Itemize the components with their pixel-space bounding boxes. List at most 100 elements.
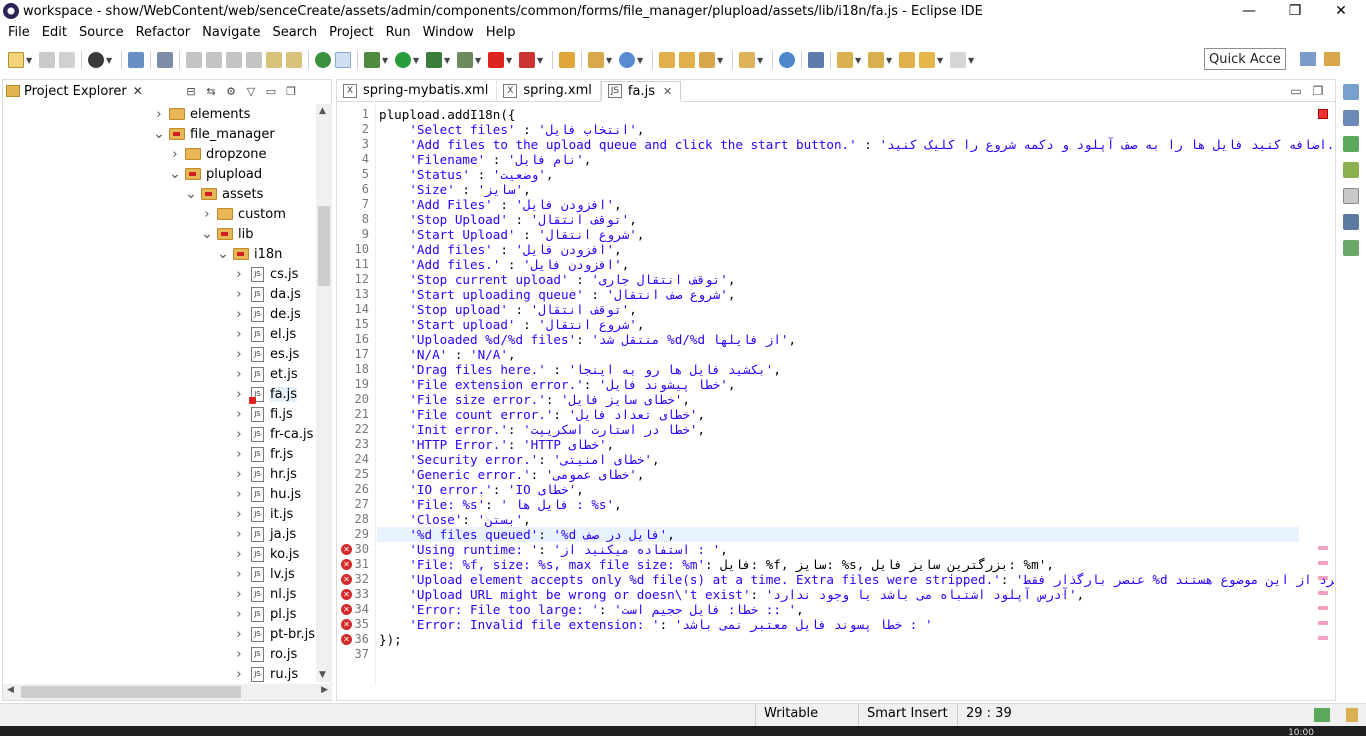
open-type-icon[interactable] — [659, 52, 675, 68]
tree-item[interactable]: › JS es.js — [233, 344, 299, 364]
globe-icon[interactable] — [779, 52, 795, 68]
editor-tab[interactable]: Xspring.xml — [497, 80, 601, 101]
next-annotation-icon[interactable] — [837, 52, 853, 68]
restore-icon[interactable] — [1343, 84, 1359, 100]
terminal-icon[interactable] — [128, 52, 144, 68]
editor-tab[interactable]: Xspring-mybatis.xml — [337, 80, 498, 101]
resume-icon[interactable] — [186, 52, 202, 68]
menu-run[interactable]: Run — [382, 25, 415, 40]
terminate-icon[interactable] — [226, 52, 242, 68]
error-marker-icon[interactable]: ✕ — [341, 604, 352, 615]
error-summary-icon[interactable] — [1318, 109, 1328, 119]
chevron-right-icon[interactable]: › — [233, 427, 245, 442]
minimize-view-icon[interactable]: ▭ — [261, 82, 281, 100]
tree-item[interactable]: ⌄ i18n — [217, 244, 282, 264]
tree-item[interactable]: › JS ko.js — [233, 544, 299, 564]
menu-edit[interactable]: Edit — [38, 25, 71, 40]
chevron-right-icon[interactable]: › — [201, 207, 213, 222]
servers-view-icon[interactable] — [1343, 240, 1359, 256]
tree-item[interactable]: › JS de.js — [233, 304, 301, 324]
chevron-right-icon[interactable]: › — [233, 547, 245, 562]
toggle-breadcrumb-icon[interactable] — [808, 52, 824, 68]
chevron-down-icon[interactable]: ⌄ — [153, 126, 165, 142]
close-view-icon[interactable]: ✕ — [133, 84, 143, 98]
scroll-down-icon[interactable]: ▼ — [319, 670, 326, 680]
step-over-icon[interactable] — [286, 52, 302, 68]
tree-item[interactable]: › custom — [201, 204, 285, 224]
new-icon[interactable] — [8, 52, 24, 68]
new-server-icon[interactable] — [559, 52, 575, 68]
chevron-down-icon[interactable]: ⌄ — [201, 226, 213, 242]
chevron-right-icon[interactable]: › — [233, 327, 245, 342]
tree-item[interactable]: ⌄ lib — [201, 224, 253, 244]
last-edit-icon[interactable] — [899, 52, 915, 68]
chevron-right-icon[interactable]: › — [233, 307, 245, 322]
chevron-right-icon[interactable]: › — [153, 107, 165, 122]
tree-item[interactable]: › dropzone — [169, 144, 266, 164]
chevron-right-icon[interactable]: › — [233, 447, 245, 462]
error-marker-icon[interactable]: ✕ — [341, 544, 352, 555]
error-marker-icon[interactable]: ✕ — [341, 559, 352, 570]
menu-help[interactable]: Help — [482, 25, 520, 40]
chevron-right-icon[interactable]: › — [233, 527, 245, 542]
overview-error-mark[interactable] — [1318, 621, 1328, 625]
chevron-right-icon[interactable]: › — [169, 147, 181, 162]
tree-item[interactable]: › JS fr-ca.js — [233, 424, 313, 444]
save-all-icon[interactable] — [59, 52, 75, 68]
editor-tab[interactable]: JS fa.js ✕ — [600, 81, 682, 102]
menu-search[interactable]: Search — [268, 25, 321, 40]
external-tools-icon[interactable] — [457, 52, 473, 68]
run-icon[interactable] — [395, 52, 411, 68]
chevron-right-icon[interactable]: › — [233, 667, 245, 682]
chevron-right-icon[interactable]: › — [233, 607, 245, 622]
tree-item[interactable]: › JS fi.js — [233, 404, 293, 424]
view-menu-icon[interactable]: ▽ — [241, 82, 261, 100]
tree-item[interactable]: › JS el.js — [233, 324, 296, 344]
stop-server-icon[interactable] — [488, 52, 504, 68]
tree-item[interactable]: › elements — [153, 104, 250, 124]
tree-item[interactable]: › JS fr.js — [233, 444, 293, 464]
open-perspective-icon[interactable] — [1296, 48, 1320, 70]
properties-view-icon[interactable] — [1343, 188, 1359, 204]
collapse-all-icon[interactable]: ⊟ — [181, 82, 201, 100]
tree-item[interactable]: › JS ja.js — [233, 524, 296, 544]
external-tools-dropdown-icon[interactable]: ▼ — [475, 52, 483, 68]
new-web-dropdown-icon[interactable]: ▼ — [637, 52, 645, 68]
tomcat-start-icon[interactable] — [315, 52, 331, 68]
coverage-dropdown-icon[interactable]: ▼ — [444, 52, 452, 68]
step-into-icon[interactable] — [266, 52, 282, 68]
tree-item[interactable]: › JS cs.js — [233, 264, 298, 284]
progress-icon[interactable] — [1314, 708, 1330, 722]
new-web-icon[interactable] — [619, 52, 635, 68]
chevron-right-icon[interactable]: › — [233, 647, 245, 662]
chevron-right-icon[interactable]: › — [233, 347, 245, 362]
error-marker-icon[interactable]: ✕ — [341, 619, 352, 630]
profile-dropdown-icon[interactable]: ▼ — [106, 52, 114, 68]
quick-access-input[interactable] — [1204, 48, 1286, 70]
link-editor-icon[interactable]: ⇆ — [201, 82, 221, 100]
error-marker-icon[interactable]: ✕ — [341, 574, 352, 585]
forward-dropdown-icon[interactable]: ▼ — [968, 52, 976, 68]
tree-item[interactable]: › JS lv.js — [233, 564, 295, 584]
publish-dropdown-icon[interactable]: ▼ — [537, 52, 545, 68]
prev-annotation-dropdown-icon[interactable]: ▼ — [886, 52, 894, 68]
scroll-left-icon[interactable]: ◀ — [7, 685, 14, 695]
menu-file[interactable]: File — [4, 25, 34, 40]
skip-breakpoints-icon[interactable] — [157, 52, 173, 68]
menu-source[interactable]: Source — [75, 25, 128, 40]
java-ee-perspective-icon[interactable] — [1320, 48, 1344, 70]
chevron-down-icon[interactable]: ⌄ — [217, 246, 229, 262]
tip-icon[interactable] — [1346, 708, 1358, 722]
overview-error-mark[interactable] — [1318, 636, 1328, 640]
publish-icon[interactable] — [519, 52, 535, 68]
chevron-right-icon[interactable]: › — [233, 367, 245, 382]
tree-item[interactable]: › JS pt-br.js — [233, 624, 315, 644]
mark-occurrences-icon[interactable] — [335, 52, 351, 68]
coverage-icon[interactable] — [426, 52, 442, 68]
outline-view-icon[interactable] — [1343, 110, 1359, 126]
error-marker-icon[interactable]: ✕ — [341, 589, 352, 600]
profile-icon[interactable] — [88, 52, 104, 68]
scroll-up-icon[interactable]: ▲ — [319, 106, 326, 116]
folder-dropdown-icon[interactable]: ▼ — [757, 52, 765, 68]
chevron-right-icon[interactable]: › — [233, 267, 245, 282]
